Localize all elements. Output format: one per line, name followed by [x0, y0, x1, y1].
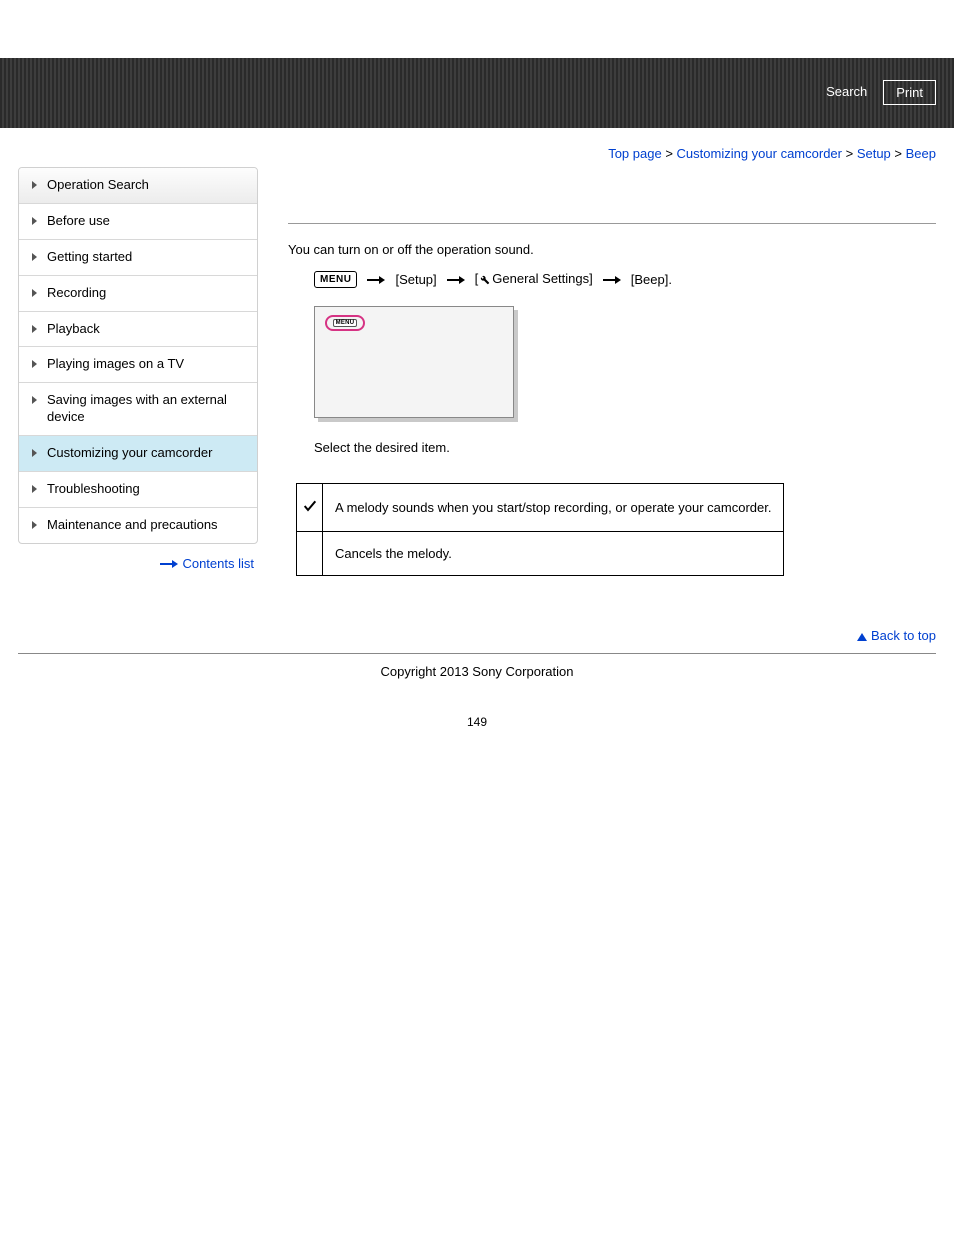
sidebar: Operation Search Before use Getting star…: [18, 167, 258, 571]
screenshot-box: MENU: [314, 306, 514, 418]
arrow-right-icon: [367, 276, 385, 284]
menu-step-general-label: General Settings]: [492, 271, 592, 286]
screenshot-illustration: MENU: [314, 306, 936, 418]
back-to-top-row: Back to top: [0, 576, 954, 649]
chevron-right-icon: [32, 449, 37, 457]
option-desc: A melody sounds when you start/stop reco…: [323, 484, 784, 532]
menu-path: MENU [Setup] [General Settings] [Beep].: [314, 271, 936, 288]
sidebar-item-getting-started[interactable]: Getting started: [19, 240, 257, 276]
check-icon: [302, 498, 318, 517]
sidebar-item-label: Playback: [47, 321, 100, 336]
sidebar-item-playing-tv[interactable]: Playing images on a TV: [19, 347, 257, 383]
menu-step-general: [General Settings]: [475, 271, 593, 288]
header-band: Search Print: [0, 58, 954, 128]
search-button[interactable]: Search: [820, 80, 873, 105]
sidebar-item-label: Recording: [47, 285, 106, 300]
contents-list-row: Contents list: [18, 544, 258, 571]
sidebar-item-saving-external[interactable]: Saving images with an external device: [19, 383, 257, 436]
divider: [288, 223, 936, 224]
option-check-cell: [297, 484, 323, 532]
wrench-icon: [478, 273, 490, 288]
menu-step-beep: [Beep].: [631, 272, 672, 287]
sidebar-item-label: Playing images on a TV: [47, 356, 184, 371]
arrow-right-icon: [160, 561, 178, 567]
main-content: You can turn on or off the operation sou…: [288, 167, 936, 576]
sidebar-item-label: Customizing your camcorder: [47, 445, 212, 460]
sidebar-item-playback[interactable]: Playback: [19, 312, 257, 348]
option-check-cell: [297, 532, 323, 576]
breadcrumb-sep: >: [891, 146, 906, 161]
intro-text: You can turn on or off the operation sou…: [288, 242, 936, 257]
breadcrumb-sep: >: [842, 146, 857, 161]
sidebar-item-troubleshooting[interactable]: Troubleshooting: [19, 472, 257, 508]
menu-step-setup: [Setup]: [395, 272, 436, 287]
chevron-right-icon: [32, 325, 37, 333]
option-desc: Cancels the melody.: [323, 532, 784, 576]
sidebar-nav: Operation Search Before use Getting star…: [18, 167, 258, 544]
screenshot-menu-badge: MENU: [333, 319, 358, 327]
triangle-up-icon: [857, 633, 867, 641]
chevron-right-icon: [32, 396, 37, 404]
chevron-right-icon: [32, 360, 37, 368]
breadcrumb-sep: >: [662, 146, 677, 161]
copyright-text: Copyright 2013 Sony Corporation: [0, 664, 954, 679]
chevron-right-icon: [32, 485, 37, 493]
breadcrumb: Top page > Customizing your camcorder > …: [0, 128, 954, 167]
breadcrumb-link-setup[interactable]: Setup: [857, 146, 891, 161]
chevron-right-icon: [32, 289, 37, 297]
sidebar-item-label: Maintenance and precautions: [47, 517, 218, 532]
page-number: 149: [0, 715, 954, 729]
breadcrumb-link-top[interactable]: Top page: [608, 146, 662, 161]
sidebar-item-operation-search[interactable]: Operation Search: [19, 168, 257, 204]
instruction-text: Select the desired item.: [314, 440, 936, 455]
menu-badge: MENU: [314, 271, 357, 288]
chevron-right-icon: [32, 521, 37, 529]
sidebar-item-customizing[interactable]: Customizing your camcorder: [19, 436, 257, 472]
chevron-right-icon: [32, 217, 37, 225]
breadcrumb-link-customizing[interactable]: Customizing your camcorder: [677, 146, 842, 161]
divider: [18, 653, 936, 654]
sidebar-item-label: Before use: [47, 213, 110, 228]
breadcrumb-link-beep[interactable]: Beep: [906, 146, 936, 161]
header-buttons: Search Print: [820, 80, 936, 105]
sidebar-item-maintenance[interactable]: Maintenance and precautions: [19, 508, 257, 543]
sidebar-item-label: Getting started: [47, 249, 132, 264]
sidebar-item-before-use[interactable]: Before use: [19, 204, 257, 240]
sidebar-item-label: Saving images with an external device: [47, 392, 227, 424]
sidebar-item-recording[interactable]: Recording: [19, 276, 257, 312]
arrow-right-icon: [447, 276, 465, 284]
table-row: Cancels the melody.: [297, 532, 784, 576]
sidebar-item-label: Troubleshooting: [47, 481, 140, 496]
contents-list-link[interactable]: Contents list: [182, 556, 254, 571]
back-to-top-link[interactable]: Back to top: [871, 628, 936, 643]
chevron-right-icon: [32, 181, 37, 189]
arrow-right-icon: [603, 276, 621, 284]
sidebar-item-label: Operation Search: [47, 177, 149, 192]
print-button[interactable]: Print: [883, 80, 936, 105]
screenshot-highlight: MENU: [325, 315, 365, 331]
table-row: A melody sounds when you start/stop reco…: [297, 484, 784, 532]
options-table: A melody sounds when you start/stop reco…: [296, 483, 784, 576]
chevron-right-icon: [32, 253, 37, 261]
